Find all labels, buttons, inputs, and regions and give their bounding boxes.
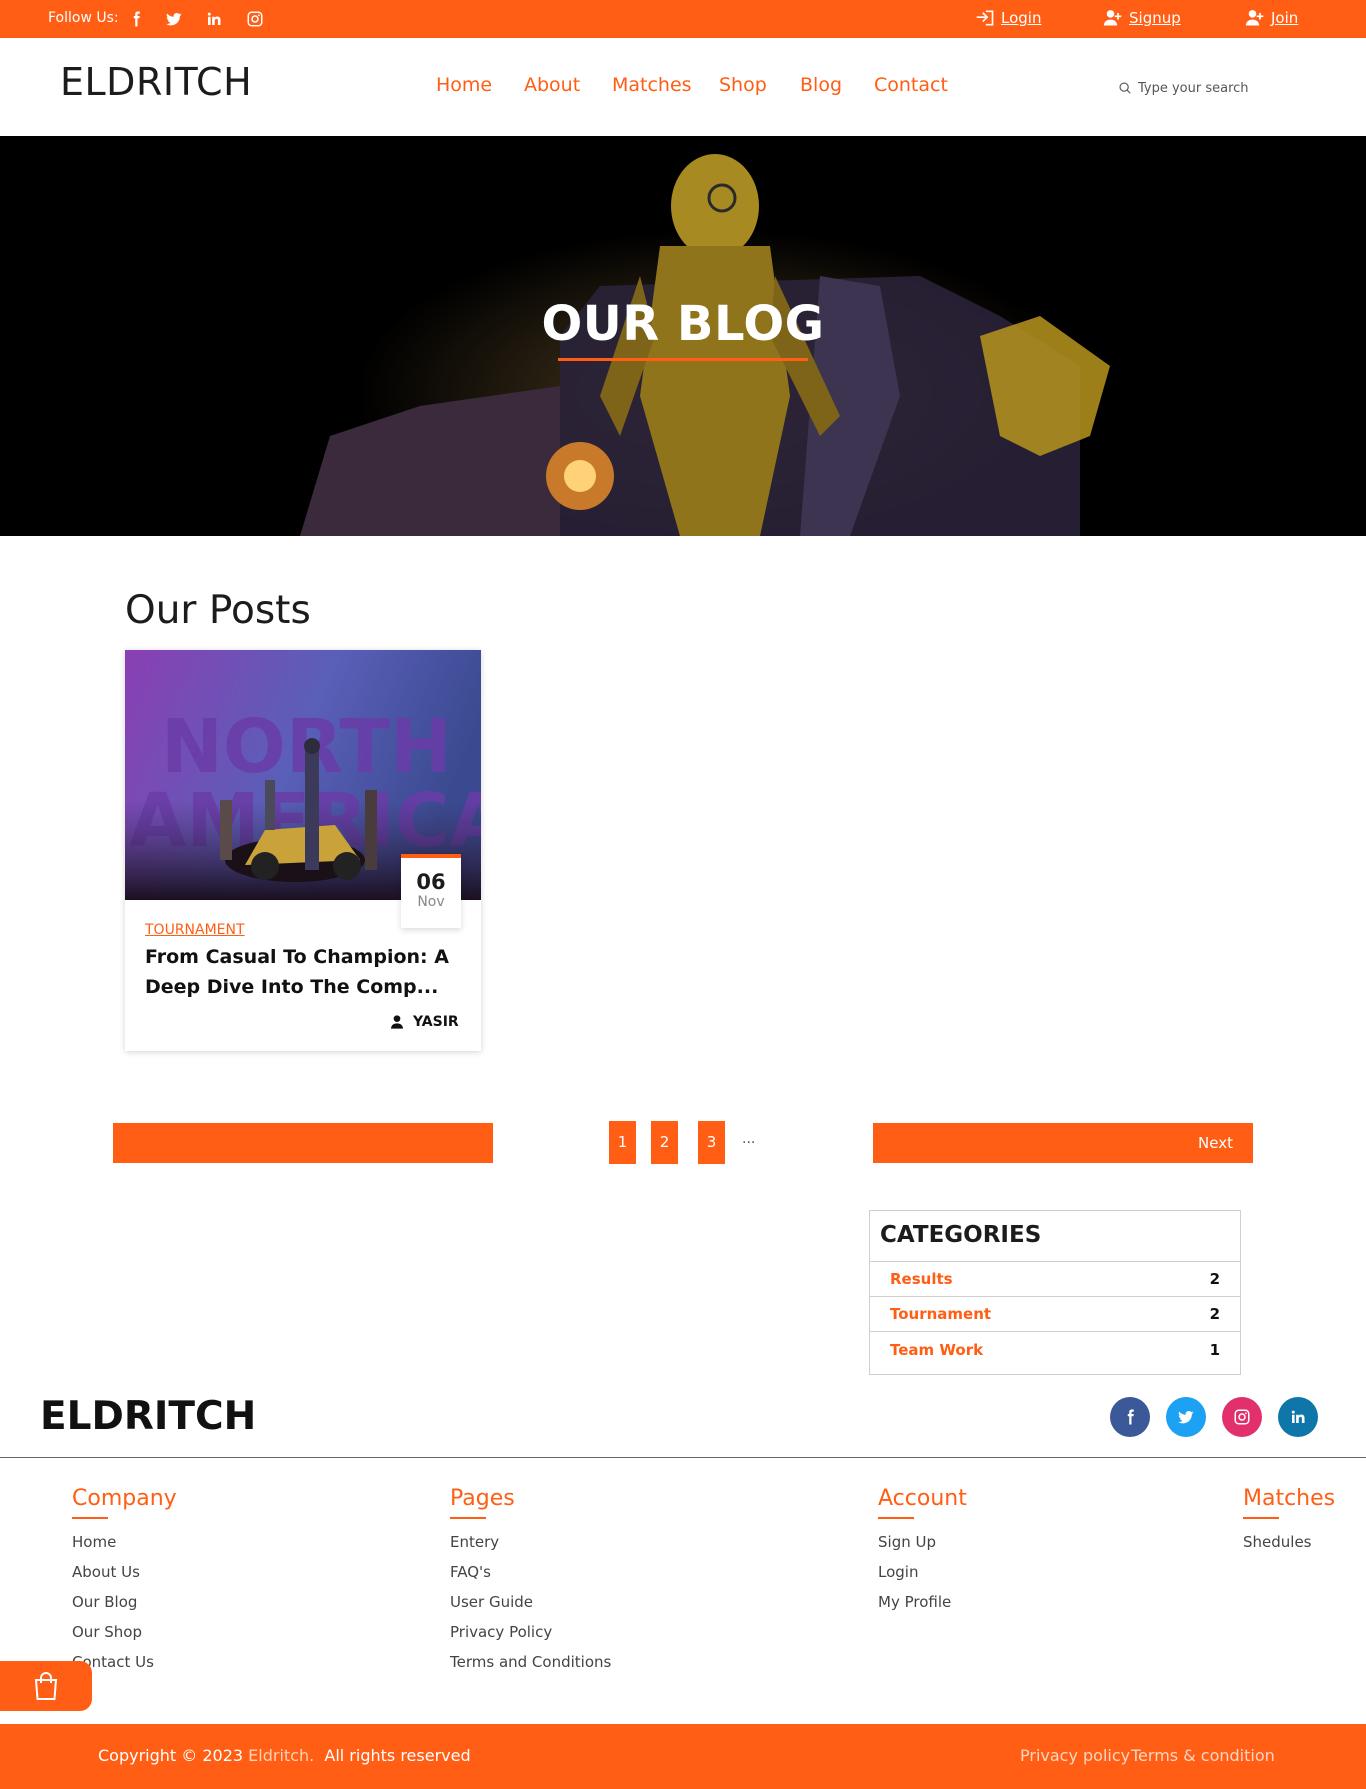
top-bar: Follow Us: Login Signup Join: [0, 0, 1366, 38]
copyright-suffix: All rights reserved: [324, 1746, 471, 1765]
footer-link[interactable]: Privacy Policy: [450, 1623, 552, 1641]
search-input[interactable]: [1138, 80, 1258, 96]
footer-instagram-button[interactable]: [1222, 1397, 1262, 1437]
copyright-prefix: Copyright © 2023: [98, 1746, 244, 1765]
twitter-icon: [1178, 1410, 1194, 1424]
category-row[interactable]: Team Work 1: [870, 1332, 1240, 1367]
category-count: 2: [1209, 1270, 1220, 1288]
login-link[interactable]: Login: [974, 8, 1041, 28]
footer-facebook-button[interactable]: [1110, 1397, 1150, 1437]
login-label: Login: [1001, 9, 1042, 27]
user-plus-icon: [1103, 10, 1122, 26]
nav-shop[interactable]: Shop: [719, 74, 767, 96]
post-card[interactable]: NORTH AMERICA 06 Nov TOURNAMENT From Cas…: [125, 650, 481, 1051]
hero-banner: OUR BLOG: [0, 136, 1366, 536]
linkedin-icon: [1291, 1410, 1305, 1423]
category-row[interactable]: Results 2: [870, 1262, 1240, 1297]
terms-condition-link[interactable]: Terms & condition: [1131, 1746, 1275, 1765]
page-2-button[interactable]: 2: [651, 1121, 678, 1164]
pagination-ellipsis: ...: [742, 1131, 756, 1147]
cart-button[interactable]: [0, 1661, 92, 1711]
footer-link[interactable]: Sign Up: [878, 1533, 936, 1551]
footer-column-title: Account: [878, 1486, 967, 1511]
post-month: Nov: [417, 894, 445, 910]
search-icon: [1119, 82, 1131, 94]
footer-link[interactable]: Our Shop: [72, 1623, 142, 1641]
twitter-icon[interactable]: [165, 10, 183, 28]
nav-matches[interactable]: Matches: [612, 74, 692, 96]
category-name[interactable]: Results: [890, 1270, 953, 1288]
category-name[interactable]: Team Work: [890, 1341, 983, 1359]
footer-link[interactable]: Entery: [450, 1533, 499, 1551]
signup-link[interactable]: Signup: [1102, 8, 1181, 28]
footer-column-account: Account Sign Up Login My Profile: [878, 1486, 967, 1617]
hero-title: OUR BLOG: [541, 296, 825, 352]
privacy-policy-link[interactable]: Privacy policy: [1020, 1746, 1130, 1765]
nav-about[interactable]: About: [524, 74, 580, 96]
join-label: Join: [1271, 9, 1299, 27]
category-count: 2: [1209, 1305, 1220, 1323]
footer-title-underline: [1243, 1517, 1279, 1519]
instagram-icon: [1234, 1409, 1250, 1425]
post-author: YASIR: [389, 1014, 459, 1030]
footer-column-title: Company: [72, 1486, 177, 1511]
next-page-button[interactable]: Next: [873, 1123, 1253, 1163]
nav-contact[interactable]: Contact: [874, 74, 948, 96]
footer-link[interactable]: About Us: [72, 1563, 140, 1581]
copyright-text: Copyright © 2023 Eldritch. All rights re…: [98, 1746, 471, 1765]
join-link[interactable]: Join: [1244, 8, 1298, 28]
post-title[interactable]: From Casual To Champion: A Deep Dive Int…: [145, 942, 461, 1002]
linkedin-icon[interactable]: [205, 10, 223, 28]
footer-logo[interactable]: ELDRITCH: [40, 1394, 256, 1439]
categories-widget: CATEGORIES Results 2 Tournament 2 Team W…: [869, 1210, 1241, 1375]
user-icon: [391, 1015, 403, 1029]
footer-title-underline: [72, 1517, 108, 1519]
footer-twitter-button[interactable]: [1166, 1397, 1206, 1437]
footer-link[interactable]: My Profile: [878, 1593, 951, 1611]
footer-bottom-bar: Copyright © 2023 Eldritch. All rights re…: [0, 1724, 1366, 1789]
page-1-button[interactable]: 1: [609, 1121, 636, 1164]
copyright-brand: Eldritch.: [248, 1746, 315, 1765]
footer-column-title: Matches: [1243, 1486, 1336, 1511]
footer-column-company: Company Home About Us Our Blog Our Shop …: [72, 1486, 177, 1677]
hero-title-underline: [558, 358, 808, 361]
previous-page-button[interactable]: [113, 1123, 493, 1163]
post-author-name: YASIR: [413, 1014, 459, 1030]
facebook-icon[interactable]: [127, 10, 145, 28]
posts-heading: Our Posts: [125, 588, 311, 633]
instagram-icon[interactable]: [246, 10, 264, 28]
footer-link[interactable]: User Guide: [450, 1593, 533, 1611]
footer-title-underline: [450, 1517, 486, 1519]
footer-title-underline: [878, 1517, 914, 1519]
page-3-button[interactable]: 3: [698, 1121, 725, 1164]
footer-link[interactable]: Login: [878, 1563, 918, 1581]
footer-column-pages: Pages Entery FAQ's User Guide Privacy Po…: [450, 1486, 611, 1677]
post-date-badge: 06 Nov: [401, 854, 461, 928]
search-box: [1118, 78, 1258, 98]
signup-label: Signup: [1129, 9, 1181, 27]
footer-link[interactable]: Our Blog: [72, 1593, 137, 1611]
footer-column-title: Pages: [450, 1486, 515, 1511]
footer-linkedin-button[interactable]: [1278, 1397, 1318, 1437]
site-logo[interactable]: ELDRITCH: [60, 60, 252, 104]
categories-title: CATEGORIES: [870, 1211, 1240, 1262]
footer-column-matches: Matches Shedules: [1243, 1486, 1335, 1557]
shopping-bag-icon: [34, 1672, 58, 1700]
login-icon: [976, 10, 994, 26]
post-day: 06: [416, 870, 446, 894]
footer-link[interactable]: FAQ's: [450, 1563, 491, 1581]
nav-blog[interactable]: Blog: [800, 74, 842, 96]
category-name[interactable]: Tournament: [890, 1305, 991, 1323]
footer-link[interactable]: Shedules: [1243, 1533, 1312, 1551]
footer-link[interactable]: Terms and Conditions: [450, 1653, 611, 1671]
footer-link[interactable]: Home: [72, 1533, 116, 1551]
follow-us-label: Follow Us:: [48, 10, 119, 26]
nav-home[interactable]: Home: [436, 74, 492, 96]
facebook-icon: [1127, 1409, 1134, 1425]
footer-divider: [0, 1457, 1366, 1458]
category-row[interactable]: Tournament 2: [870, 1297, 1240, 1332]
post-category-link[interactable]: TOURNAMENT: [145, 922, 245, 938]
user-plus-icon: [1245, 10, 1264, 26]
category-count: 1: [1209, 1340, 1220, 1359]
